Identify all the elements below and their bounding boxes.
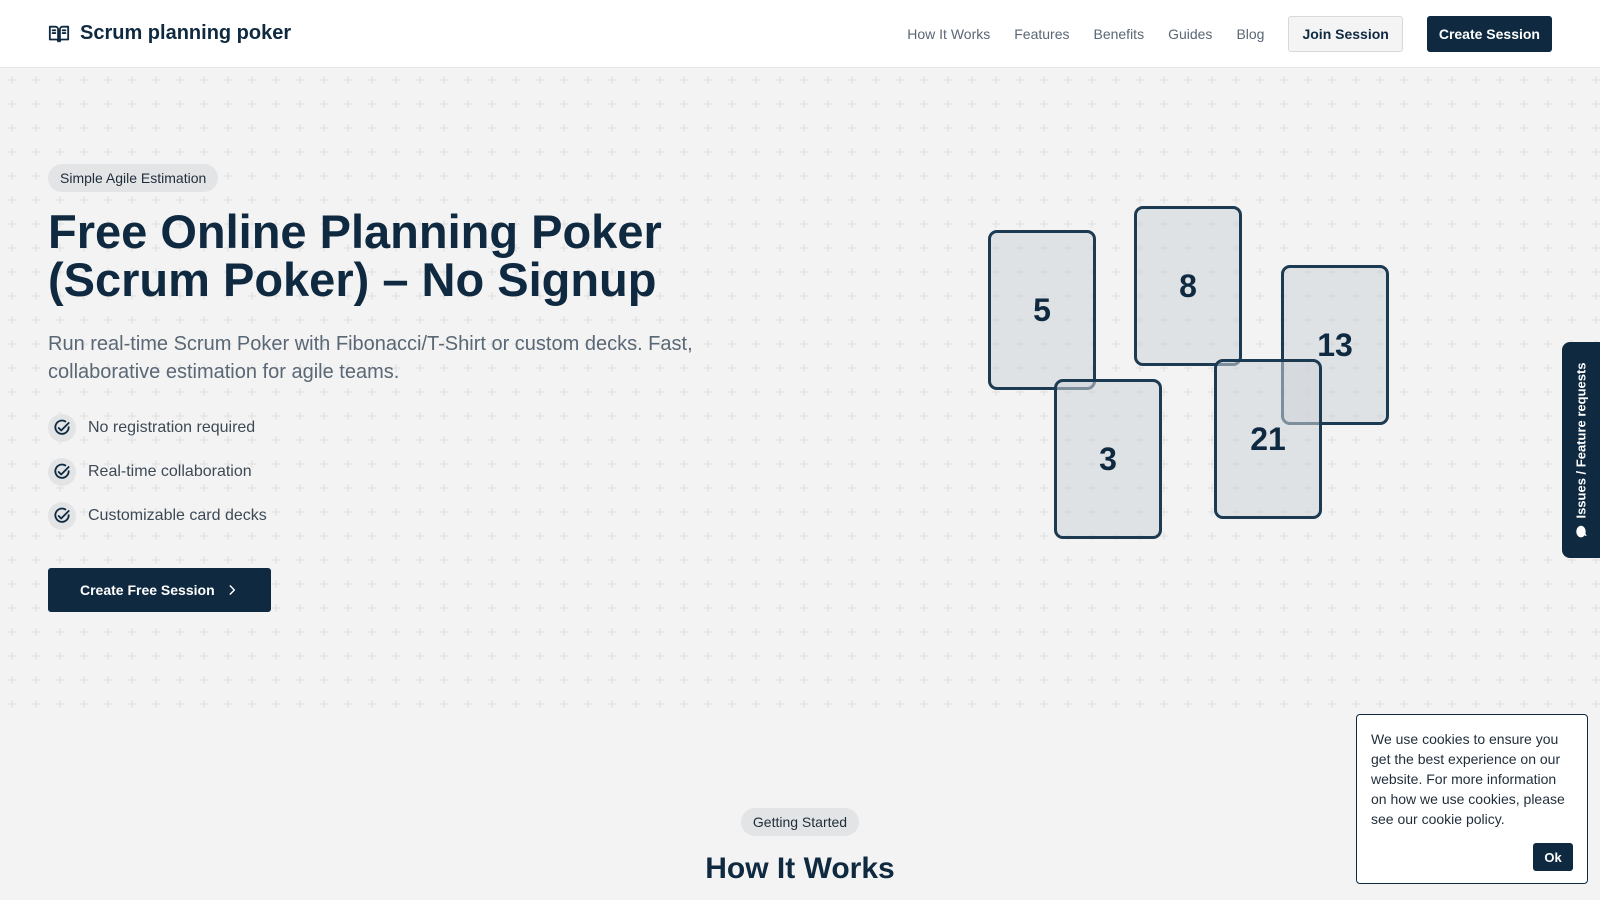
feature-label: Customizable card decks [88, 507, 267, 524]
create-free-session-button[interactable]: Create Free Session [48, 568, 271, 612]
chat-bubble-icon [1575, 525, 1587, 537]
cookie-text: We use cookies to ensure you get the bes… [1371, 731, 1565, 827]
feature-label: Real-time collaboration [88, 463, 252, 480]
section-badge: Getting Started [740, 808, 860, 836]
feature-list: No registration required Real-time colla… [48, 406, 768, 538]
poker-card: 5 [988, 230, 1096, 390]
poker-card: 21 [1214, 359, 1322, 519]
nav-link-how-it-works[interactable]: How It Works [907, 26, 990, 42]
feedback-tab-label: Issues / Feature requests [1573, 361, 1589, 519]
logo-text: Scrum planning poker [80, 22, 292, 44]
feedback-tab-content: Issues / Feature requests [1574, 362, 1589, 538]
feature-item: No registration required [48, 406, 768, 450]
cookie-banner: We use cookies to ensure you get the bes… [1356, 714, 1588, 884]
hero-badge: Simple Agile Estimation [48, 164, 219, 192]
feedback-tab[interactable]: Issues / Feature requests [1562, 342, 1600, 558]
join-session-button[interactable]: Join Session [1288, 15, 1403, 52]
feature-item: Customizable card decks [48, 494, 768, 538]
feature-label: No registration required [88, 419, 256, 436]
check-circle-icon [48, 458, 76, 486]
main-nav: How It Works Features Benefits Guides Bl… [907, 15, 1552, 52]
feature-item: Real-time collaboration [48, 450, 768, 494]
hero-content: Simple Agile Estimation Free Online Plan… [48, 164, 768, 612]
chevron-right-icon [229, 585, 235, 595]
poker-card: 8 [1134, 206, 1242, 366]
hero-subtitle: Run real-time Scrum Poker with Fibonacci… [48, 333, 693, 383]
check-circle-icon [48, 414, 76, 442]
logo[interactable]: Scrum planning poker [48, 22, 291, 45]
hero-title: Free Online Planning Poker (Scrum Poker)… [48, 205, 662, 306]
poker-card: 3 [1054, 379, 1162, 539]
create-session-button[interactable]: Create Session [1426, 15, 1552, 52]
nav-link-benefits[interactable]: Benefits [1093, 26, 1144, 42]
cookie-ok-button[interactable]: Ok [1533, 843, 1573, 871]
nav-link-guides[interactable]: Guides [1168, 26, 1212, 42]
top-navbar: Scrum planning poker How It Works Featur… [0, 0, 1600, 68]
nav-link-blog[interactable]: Blog [1236, 26, 1264, 42]
cta-label: Create Free Session [80, 582, 215, 598]
book-open-icon [48, 25, 70, 42]
check-circle-icon [48, 502, 76, 530]
nav-link-features[interactable]: Features [1014, 26, 1069, 42]
